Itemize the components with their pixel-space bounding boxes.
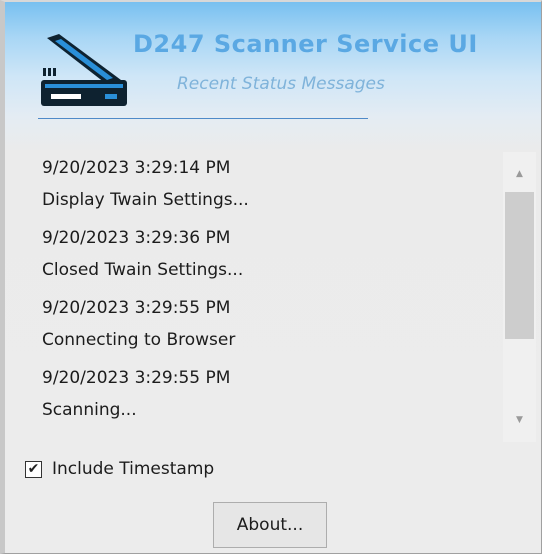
include-timestamp-label[interactable]: Include Timestamp xyxy=(52,459,214,479)
checkbox-box[interactable]: ✔ xyxy=(25,460,42,478)
app-title: D247 Scanner Service UI xyxy=(133,30,478,58)
list-item: 9/20/2023 3:29:14 PM Display Twain Setti… xyxy=(30,152,500,216)
message-text: Scanning... xyxy=(42,400,137,420)
header-divider xyxy=(38,118,368,119)
scroll-up-icon[interactable]: ▲ xyxy=(503,152,536,196)
scanner-icon xyxy=(35,32,133,112)
scroll-thumb[interactable] xyxy=(505,192,534,339)
about-button[interactable]: About... xyxy=(213,502,327,548)
scroll-down-icon[interactable]: ▼ xyxy=(503,398,536,442)
app-subtitle: Recent Status Messages xyxy=(177,74,385,94)
message-text: Connecting to Browser xyxy=(42,330,236,350)
check-icon: ✔ xyxy=(27,461,40,477)
status-message-list[interactable]: 9/20/2023 3:29:14 PM Display Twain Setti… xyxy=(30,152,500,442)
message-text: Display Twain Settings... xyxy=(42,190,249,210)
list-item: 9/20/2023 3:29:55 PM Connecting to Brows… xyxy=(30,292,500,356)
message-timestamp: 9/20/2023 3:29:55 PM xyxy=(42,368,231,388)
message-timestamp: 9/20/2023 3:29:55 PM xyxy=(42,298,231,318)
message-text: Closed Twain Settings... xyxy=(42,260,244,280)
list-item: 9/20/2023 3:29:55 PM Scanning... xyxy=(30,362,500,426)
include-timestamp-checkbox[interactable]: ✔ Include Timestamp xyxy=(25,457,214,481)
message-timestamp: 9/20/2023 3:29:36 PM xyxy=(42,228,231,248)
message-timestamp: 9/20/2023 3:29:14 PM xyxy=(42,158,231,178)
vertical-scrollbar[interactable]: ▲ ▼ xyxy=(503,152,536,442)
scanner-service-window: D247 Scanner Service UI Recent Status Me… xyxy=(0,0,542,554)
list-item: 9/20/2023 3:29:36 PM Closed Twain Settin… xyxy=(30,222,500,286)
